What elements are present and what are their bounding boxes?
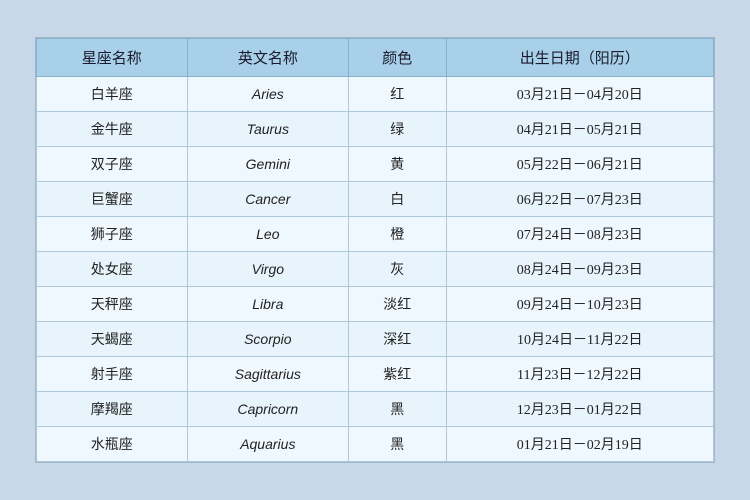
table-row: 处女座Virgo灰08月24日－09月23日 [37, 252, 714, 287]
table-row: 白羊座Aries红03月21日－04月20日 [37, 77, 714, 112]
table-header-row: 星座名称 英文名称 颜色 出生日期（阳历） [37, 39, 714, 77]
cell-birthdate: 01月21日－02月19日 [446, 427, 713, 462]
cell-color: 紫红 [349, 357, 446, 392]
cell-color: 红 [349, 77, 446, 112]
cell-chinese-name: 狮子座 [37, 217, 188, 252]
cell-english-name: Gemini [187, 147, 348, 182]
cell-birthdate: 09月24日－10月23日 [446, 287, 713, 322]
cell-color: 橙 [349, 217, 446, 252]
cell-english-name: Scorpio [187, 322, 348, 357]
cell-chinese-name: 白羊座 [37, 77, 188, 112]
cell-color: 绿 [349, 112, 446, 147]
cell-birthdate: 03月21日－04月20日 [446, 77, 713, 112]
cell-english-name: Libra [187, 287, 348, 322]
table-row: 天蝎座Scorpio深红10月24日－11月22日 [37, 322, 714, 357]
header-english-name: 英文名称 [187, 39, 348, 77]
cell-birthdate: 06月22日－07月23日 [446, 182, 713, 217]
cell-birthdate: 07月24日－08月23日 [446, 217, 713, 252]
table-row: 摩羯座Capricorn黑12月23日－01月22日 [37, 392, 714, 427]
header-birthdate: 出生日期（阳历） [446, 39, 713, 77]
cell-color: 白 [349, 182, 446, 217]
cell-color: 黑 [349, 392, 446, 427]
header-chinese-name: 星座名称 [37, 39, 188, 77]
cell-chinese-name: 巨蟹座 [37, 182, 188, 217]
cell-chinese-name: 双子座 [37, 147, 188, 182]
table-row: 巨蟹座Cancer白06月22日－07月23日 [37, 182, 714, 217]
cell-color: 淡红 [349, 287, 446, 322]
table-row: 射手座Sagittarius紫红11月23日－12月22日 [37, 357, 714, 392]
table-row: 天秤座Libra淡红09月24日－10月23日 [37, 287, 714, 322]
header-color: 颜色 [349, 39, 446, 77]
cell-birthdate: 05月22日－06月21日 [446, 147, 713, 182]
cell-english-name: Virgo [187, 252, 348, 287]
table-row: 水瓶座Aquarius黑01月21日－02月19日 [37, 427, 714, 462]
cell-english-name: Aquarius [187, 427, 348, 462]
cell-english-name: Taurus [187, 112, 348, 147]
cell-birthdate: 10月24日－11月22日 [446, 322, 713, 357]
cell-chinese-name: 摩羯座 [37, 392, 188, 427]
cell-chinese-name: 处女座 [37, 252, 188, 287]
cell-chinese-name: 射手座 [37, 357, 188, 392]
table-row: 金牛座Taurus绿04月21日－05月21日 [37, 112, 714, 147]
cell-birthdate: 11月23日－12月22日 [446, 357, 713, 392]
table-row: 狮子座Leo橙07月24日－08月23日 [37, 217, 714, 252]
cell-birthdate: 04月21日－05月21日 [446, 112, 713, 147]
cell-color: 黄 [349, 147, 446, 182]
zodiac-table: 星座名称 英文名称 颜色 出生日期（阳历） 白羊座Aries红03月21日－04… [36, 38, 714, 462]
cell-color: 深红 [349, 322, 446, 357]
cell-english-name: Leo [187, 217, 348, 252]
table-body: 白羊座Aries红03月21日－04月20日金牛座Taurus绿04月21日－0… [37, 77, 714, 462]
cell-english-name: Cancer [187, 182, 348, 217]
cell-birthdate: 08月24日－09月23日 [446, 252, 713, 287]
cell-chinese-name: 金牛座 [37, 112, 188, 147]
cell-english-name: Sagittarius [187, 357, 348, 392]
cell-english-name: Aries [187, 77, 348, 112]
zodiac-table-container: 星座名称 英文名称 颜色 出生日期（阳历） 白羊座Aries红03月21日－04… [35, 37, 715, 463]
cell-color: 灰 [349, 252, 446, 287]
table-row: 双子座Gemini黄05月22日－06月21日 [37, 147, 714, 182]
cell-chinese-name: 水瓶座 [37, 427, 188, 462]
cell-english-name: Capricorn [187, 392, 348, 427]
cell-chinese-name: 天蝎座 [37, 322, 188, 357]
cell-birthdate: 12月23日－01月22日 [446, 392, 713, 427]
cell-color: 黑 [349, 427, 446, 462]
cell-chinese-name: 天秤座 [37, 287, 188, 322]
